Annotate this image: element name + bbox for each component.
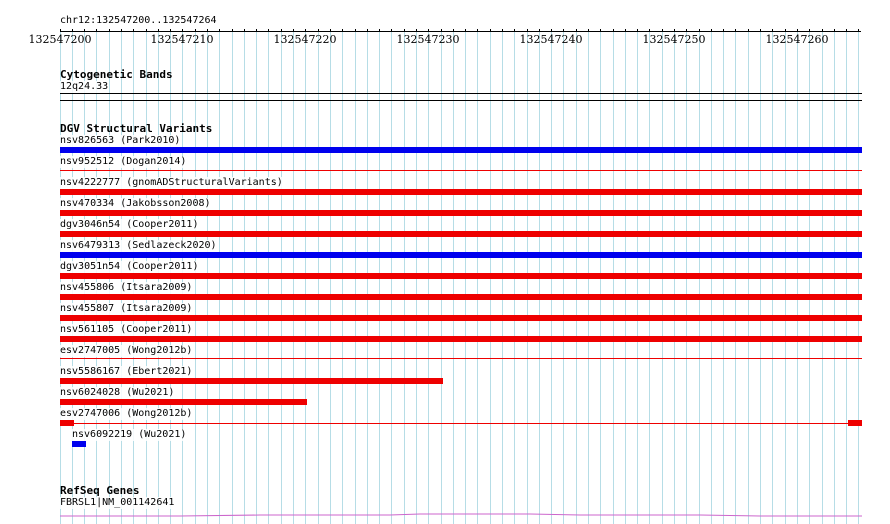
- feature-bar[interactable]: [60, 231, 862, 237]
- cytoband-label: 12q24.33: [60, 81, 109, 93]
- track-title-cytobands: Cytogenetic Bands: [60, 68, 173, 81]
- ruler-tick-label: 132547230: [396, 33, 460, 46]
- feature-label[interactable]: nsv6024028 (Wu2021): [60, 387, 175, 399]
- feature-label[interactable]: nsv4222777 (gnomADStructuralVariants): [60, 177, 283, 189]
- track-title-dgv: DGV Structural Variants: [60, 122, 213, 135]
- feature-bar[interactable]: [60, 210, 862, 216]
- ruler-axis: [60, 31, 861, 32]
- feature-label[interactable]: nsv6092219 (Wu2021): [72, 429, 187, 441]
- feature-label[interactable]: nsv470334 (Jakobsson2008): [60, 198, 211, 210]
- feature-label[interactable]: nsv952512 (Dogan2014): [60, 156, 187, 168]
- feature-bar-end-left[interactable]: [60, 420, 74, 426]
- feature-bar[interactable]: [60, 252, 862, 258]
- ruler-tick-label: 132547240: [519, 33, 583, 46]
- gene-model[interactable]: [60, 506, 862, 518]
- track-title-refseq: RefSeq Genes: [60, 484, 140, 497]
- feature-bar[interactable]: [60, 170, 862, 171]
- feature-label[interactable]: nsv561105 (Cooper2011): [60, 324, 193, 336]
- cytoband-line: [60, 93, 862, 94]
- feature-bar[interactable]: [60, 358, 862, 359]
- feature-bar[interactable]: [60, 315, 862, 321]
- feature-label[interactable]: nsv455807 (Itsara2009): [60, 303, 193, 315]
- ruler-tick-label: 132547220: [273, 33, 337, 46]
- feature-label[interactable]: dgv3051n54 (Cooper2011): [60, 261, 199, 273]
- feature-label[interactable]: esv2747006 (Wong2012b): [60, 408, 193, 420]
- feature-label[interactable]: dgv3046n54 (Cooper2011): [60, 219, 199, 231]
- feature-label[interactable]: nsv5586167 (Ebert2021): [60, 366, 193, 378]
- feature-bar[interactable]: [60, 147, 862, 153]
- feature-bar[interactable]: [60, 189, 862, 195]
- feature-label[interactable]: esv2747005 (Wong2012b): [60, 345, 193, 357]
- ruler-tick-label: 132547260: [765, 33, 829, 46]
- feature-bar-end-right[interactable]: [848, 420, 862, 426]
- feature-bar[interactable]: [60, 399, 307, 405]
- feature-bar[interactable]: [60, 378, 443, 384]
- feature-bar[interactable]: [60, 294, 862, 300]
- ruler-tick-label: 132547200: [28, 33, 92, 46]
- region-label: chr12:132547200..132547264: [60, 15, 217, 26]
- feature-label[interactable]: nsv455806 (Itsara2009): [60, 282, 193, 294]
- feature-bar[interactable]: [60, 273, 862, 279]
- feature-label[interactable]: nsv6479313 (Sedlazeck2020): [60, 240, 217, 252]
- ruler-tick-label: 132547210: [150, 33, 214, 46]
- track-divider: [60, 100, 862, 101]
- genome-browser-view: chr12:132547200..132547264 132547200 132…: [0, 0, 890, 524]
- feature-bar[interactable]: [60, 423, 862, 424]
- feature-bar[interactable]: [72, 441, 86, 447]
- feature-bar[interactable]: [60, 336, 862, 342]
- ruler-tick-label: 132547250: [642, 33, 706, 46]
- feature-label[interactable]: nsv826563 (Park2010): [60, 135, 181, 147]
